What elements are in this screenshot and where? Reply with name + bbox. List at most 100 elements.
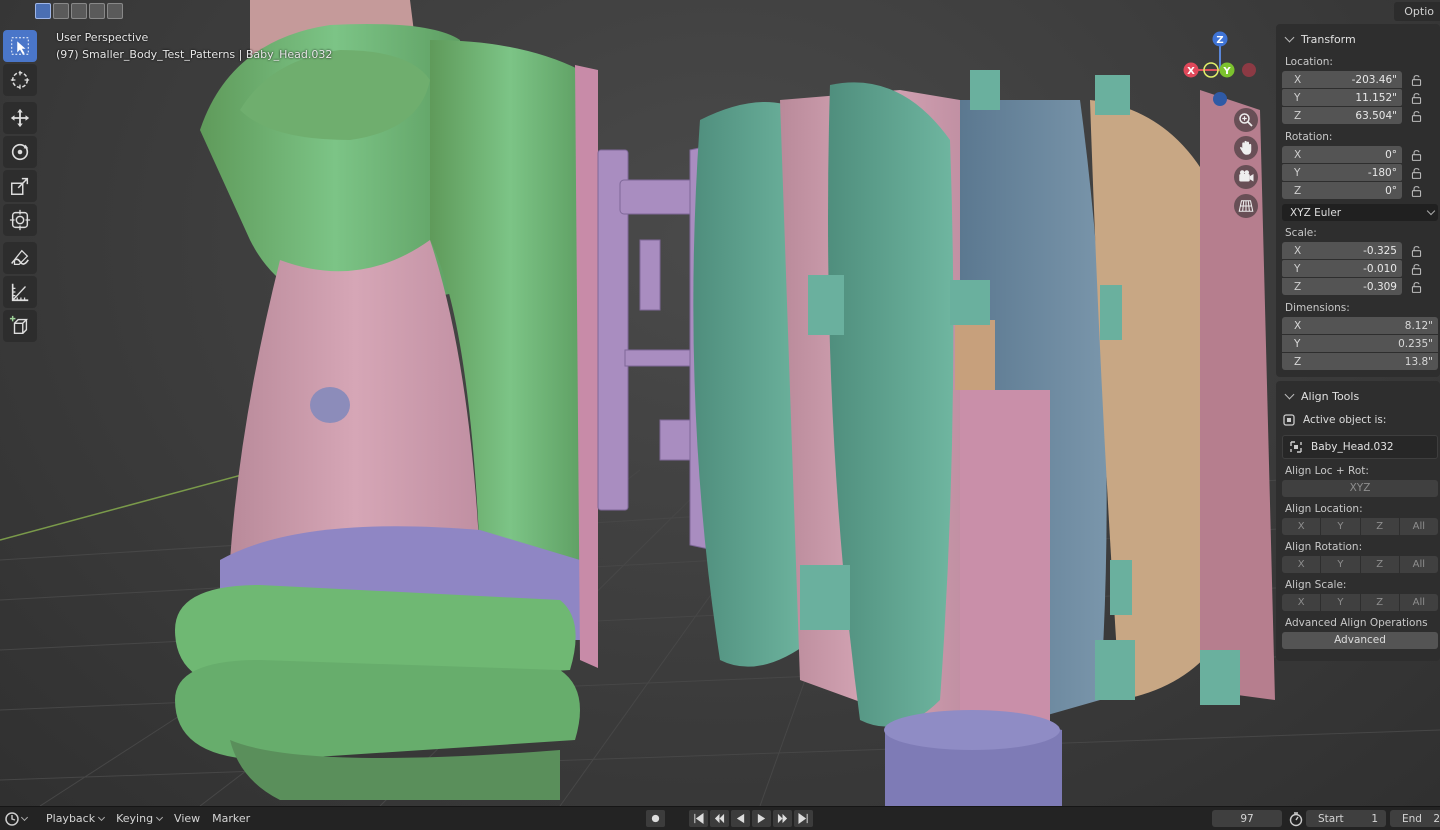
align-location-x-button[interactable]: X	[1282, 518, 1321, 535]
stopwatch-icon[interactable]	[1288, 811, 1304, 830]
3d-viewport[interactable]: Optio User Perspective (97) Smaller_Body…	[0, 0, 1440, 806]
jump-start-icon	[694, 813, 704, 824]
align-location-y-button[interactable]: Y	[1321, 518, 1360, 535]
selection-mode-group[interactable]	[35, 3, 123, 19]
camera-view-button[interactable]	[1234, 165, 1258, 189]
select-extend-icon[interactable]	[53, 3, 69, 19]
align-scale-all-button[interactable]: All	[1399, 594, 1438, 611]
jump-end-button[interactable]	[794, 810, 813, 827]
next-keyframe-button[interactable]	[773, 810, 792, 827]
object-icon	[1283, 414, 1295, 426]
transform-title: Transform	[1301, 32, 1356, 46]
active-object-field[interactable]: Baby_Head.032	[1282, 435, 1438, 459]
dimensions-label: Dimensions:	[1285, 302, 1350, 314]
jump-end-icon	[798, 813, 808, 824]
lock-icon[interactable]	[1410, 74, 1423, 87]
perspective-toggle-button[interactable]	[1234, 194, 1258, 218]
play-reverse-button[interactable]	[731, 810, 750, 827]
camera-icon	[1239, 170, 1254, 182]
start-frame-field[interactable]: Start 1	[1306, 810, 1386, 827]
scale-z-field[interactable]: Z -0.309	[1282, 278, 1402, 295]
rotate-tool[interactable]	[3, 136, 37, 168]
align-tools-title: Align Tools	[1301, 389, 1360, 403]
annotate-tool[interactable]	[3, 242, 37, 274]
lock-icon[interactable]	[1410, 185, 1423, 198]
playback-menu[interactable]: Playback	[46, 812, 106, 825]
record-button[interactable]	[646, 810, 665, 827]
play-button[interactable]	[752, 810, 771, 827]
align-scale-z-button[interactable]: Z	[1360, 594, 1399, 611]
play-reverse-icon	[736, 813, 745, 824]
align-location-buttons: X Y Z All	[1282, 518, 1438, 535]
editor-type-button[interactable]	[4, 810, 34, 828]
dimensions-x-field[interactable]: X 8.12"	[1282, 317, 1438, 334]
rotation-x-field[interactable]: X 0°	[1282, 146, 1402, 163]
perspective-label: User Perspective	[56, 31, 149, 44]
rotation-y-field[interactable]: Y -180°	[1282, 164, 1402, 181]
prev-keyframe-button[interactable]	[710, 810, 729, 827]
rotate-icon	[11, 143, 29, 161]
lock-icon[interactable]	[1410, 110, 1423, 123]
select-invert-icon[interactable]	[89, 3, 105, 19]
zoom-icon	[1239, 113, 1253, 127]
transform-panel: Transform Location: X -203.46" Y 11.152" Z…	[1276, 24, 1440, 377]
rotation-mode-select[interactable]: XYZ Euler	[1282, 204, 1438, 221]
active-object-row: Active object is:	[1282, 409, 1438, 431]
lock-icon[interactable]	[1410, 149, 1423, 162]
scale-y-field[interactable]: Y -0.010	[1282, 260, 1402, 277]
measure-tool[interactable]	[3, 276, 37, 308]
zoom-button[interactable]	[1234, 108, 1258, 132]
location-x-field[interactable]: X -203.46"	[1282, 71, 1402, 88]
add-cube-tool[interactable]	[3, 310, 37, 342]
align-xyz-button[interactable]: XYZ	[1282, 480, 1438, 497]
align-scale-y-button[interactable]: Y	[1321, 594, 1360, 611]
scale-x-field[interactable]: X -0.325	[1282, 242, 1402, 259]
location-z-field[interactable]: Z 63.504"	[1282, 107, 1402, 124]
align-rotation-x-button[interactable]: X	[1282, 556, 1321, 573]
select-intersect-icon[interactable]	[107, 3, 123, 19]
gizmo-z-label: Z	[1216, 35, 1223, 46]
align-location-label: Align Location:	[1285, 503, 1363, 515]
align-rotation-all-button[interactable]: All	[1399, 556, 1438, 573]
view-menu[interactable]: View	[174, 812, 200, 825]
cursor-tool[interactable]	[3, 64, 37, 96]
align-location-all-button[interactable]: All	[1399, 518, 1438, 535]
chevron-down-icon	[98, 813, 106, 821]
move-tool[interactable]	[3, 102, 37, 134]
dimensions-y-field[interactable]: Y 0.235"	[1282, 335, 1438, 352]
current-frame-field[interactable]: 97	[1212, 810, 1282, 827]
grid-icon	[1238, 200, 1254, 212]
lock-icon[interactable]	[1410, 281, 1423, 294]
select-subtract-icon[interactable]	[71, 3, 87, 19]
align-location-z-button[interactable]: Z	[1360, 518, 1399, 535]
lock-icon[interactable]	[1410, 92, 1423, 105]
align-scale-x-button[interactable]: X	[1282, 594, 1321, 611]
transform-panel-header[interactable]: Transform	[1282, 28, 1438, 50]
navigation-gizmo[interactable]: Z X Y	[1180, 30, 1260, 110]
location-y-field[interactable]: Y 11.152"	[1282, 89, 1402, 106]
end-frame-field[interactable]: End 2	[1390, 810, 1440, 827]
lock-icon[interactable]	[1410, 245, 1423, 258]
dimensions-z-field[interactable]: Z 13.8"	[1282, 353, 1438, 370]
lock-icon[interactable]	[1410, 263, 1423, 276]
sidebar-panel: Transform Location: X -203.46" Y 11.152" Z…	[1274, 24, 1440, 714]
scene-render	[0, 0, 1440, 806]
select-box-icon[interactable]	[35, 3, 51, 19]
jump-start-button[interactable]	[689, 810, 708, 827]
align-rotation-z-button[interactable]: Z	[1360, 556, 1399, 573]
scale-tool[interactable]	[3, 170, 37, 202]
rotation-z-field[interactable]: Z 0°	[1282, 182, 1402, 199]
align-rotation-y-button[interactable]: Y	[1321, 556, 1360, 573]
advanced-button[interactable]: Advanced	[1282, 632, 1438, 649]
transform-tool[interactable]	[3, 204, 37, 236]
align-loc-rot-label: Align Loc + Rot:	[1285, 465, 1369, 477]
lock-icon[interactable]	[1410, 167, 1423, 180]
align-scale-label: Align Scale:	[1285, 579, 1347, 591]
align-tools-header[interactable]: Align Tools	[1282, 385, 1438, 407]
options-button[interactable]: Optio	[1394, 2, 1440, 21]
marker-menu[interactable]: Marker	[212, 812, 250, 825]
keying-menu[interactable]: Keying	[116, 812, 164, 825]
chevron-down-icon	[1426, 206, 1436, 216]
pan-button[interactable]	[1234, 136, 1258, 160]
select-cursor-tool[interactable]	[3, 30, 37, 62]
